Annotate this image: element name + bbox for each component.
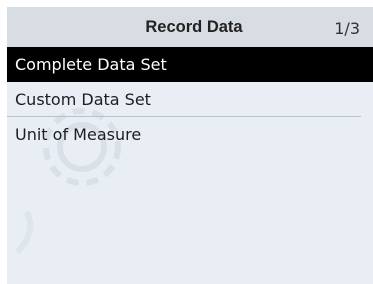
menu-item-label: Complete Data Set [15,55,167,74]
menu-item-custom-data-set[interactable]: Custom Data Set [7,82,373,117]
menu-list: Complete Data Set Custom Data Set Unit o… [7,47,373,152]
menu-item-label: Custom Data Set [15,90,151,109]
page-title: Record Data [145,18,243,36]
menu-item-label: Unit of Measure [15,125,142,144]
page-indicator: 1/3 [334,19,360,38]
device-screen: Record Data 1/3 Complete Data Set Custom… [7,7,373,284]
menu-item-complete-data-set[interactable]: Complete Data Set [7,47,373,82]
title-bar: Record Data 1/3 [7,7,373,47]
menu-item-unit-of-measure[interactable]: Unit of Measure [7,117,373,152]
